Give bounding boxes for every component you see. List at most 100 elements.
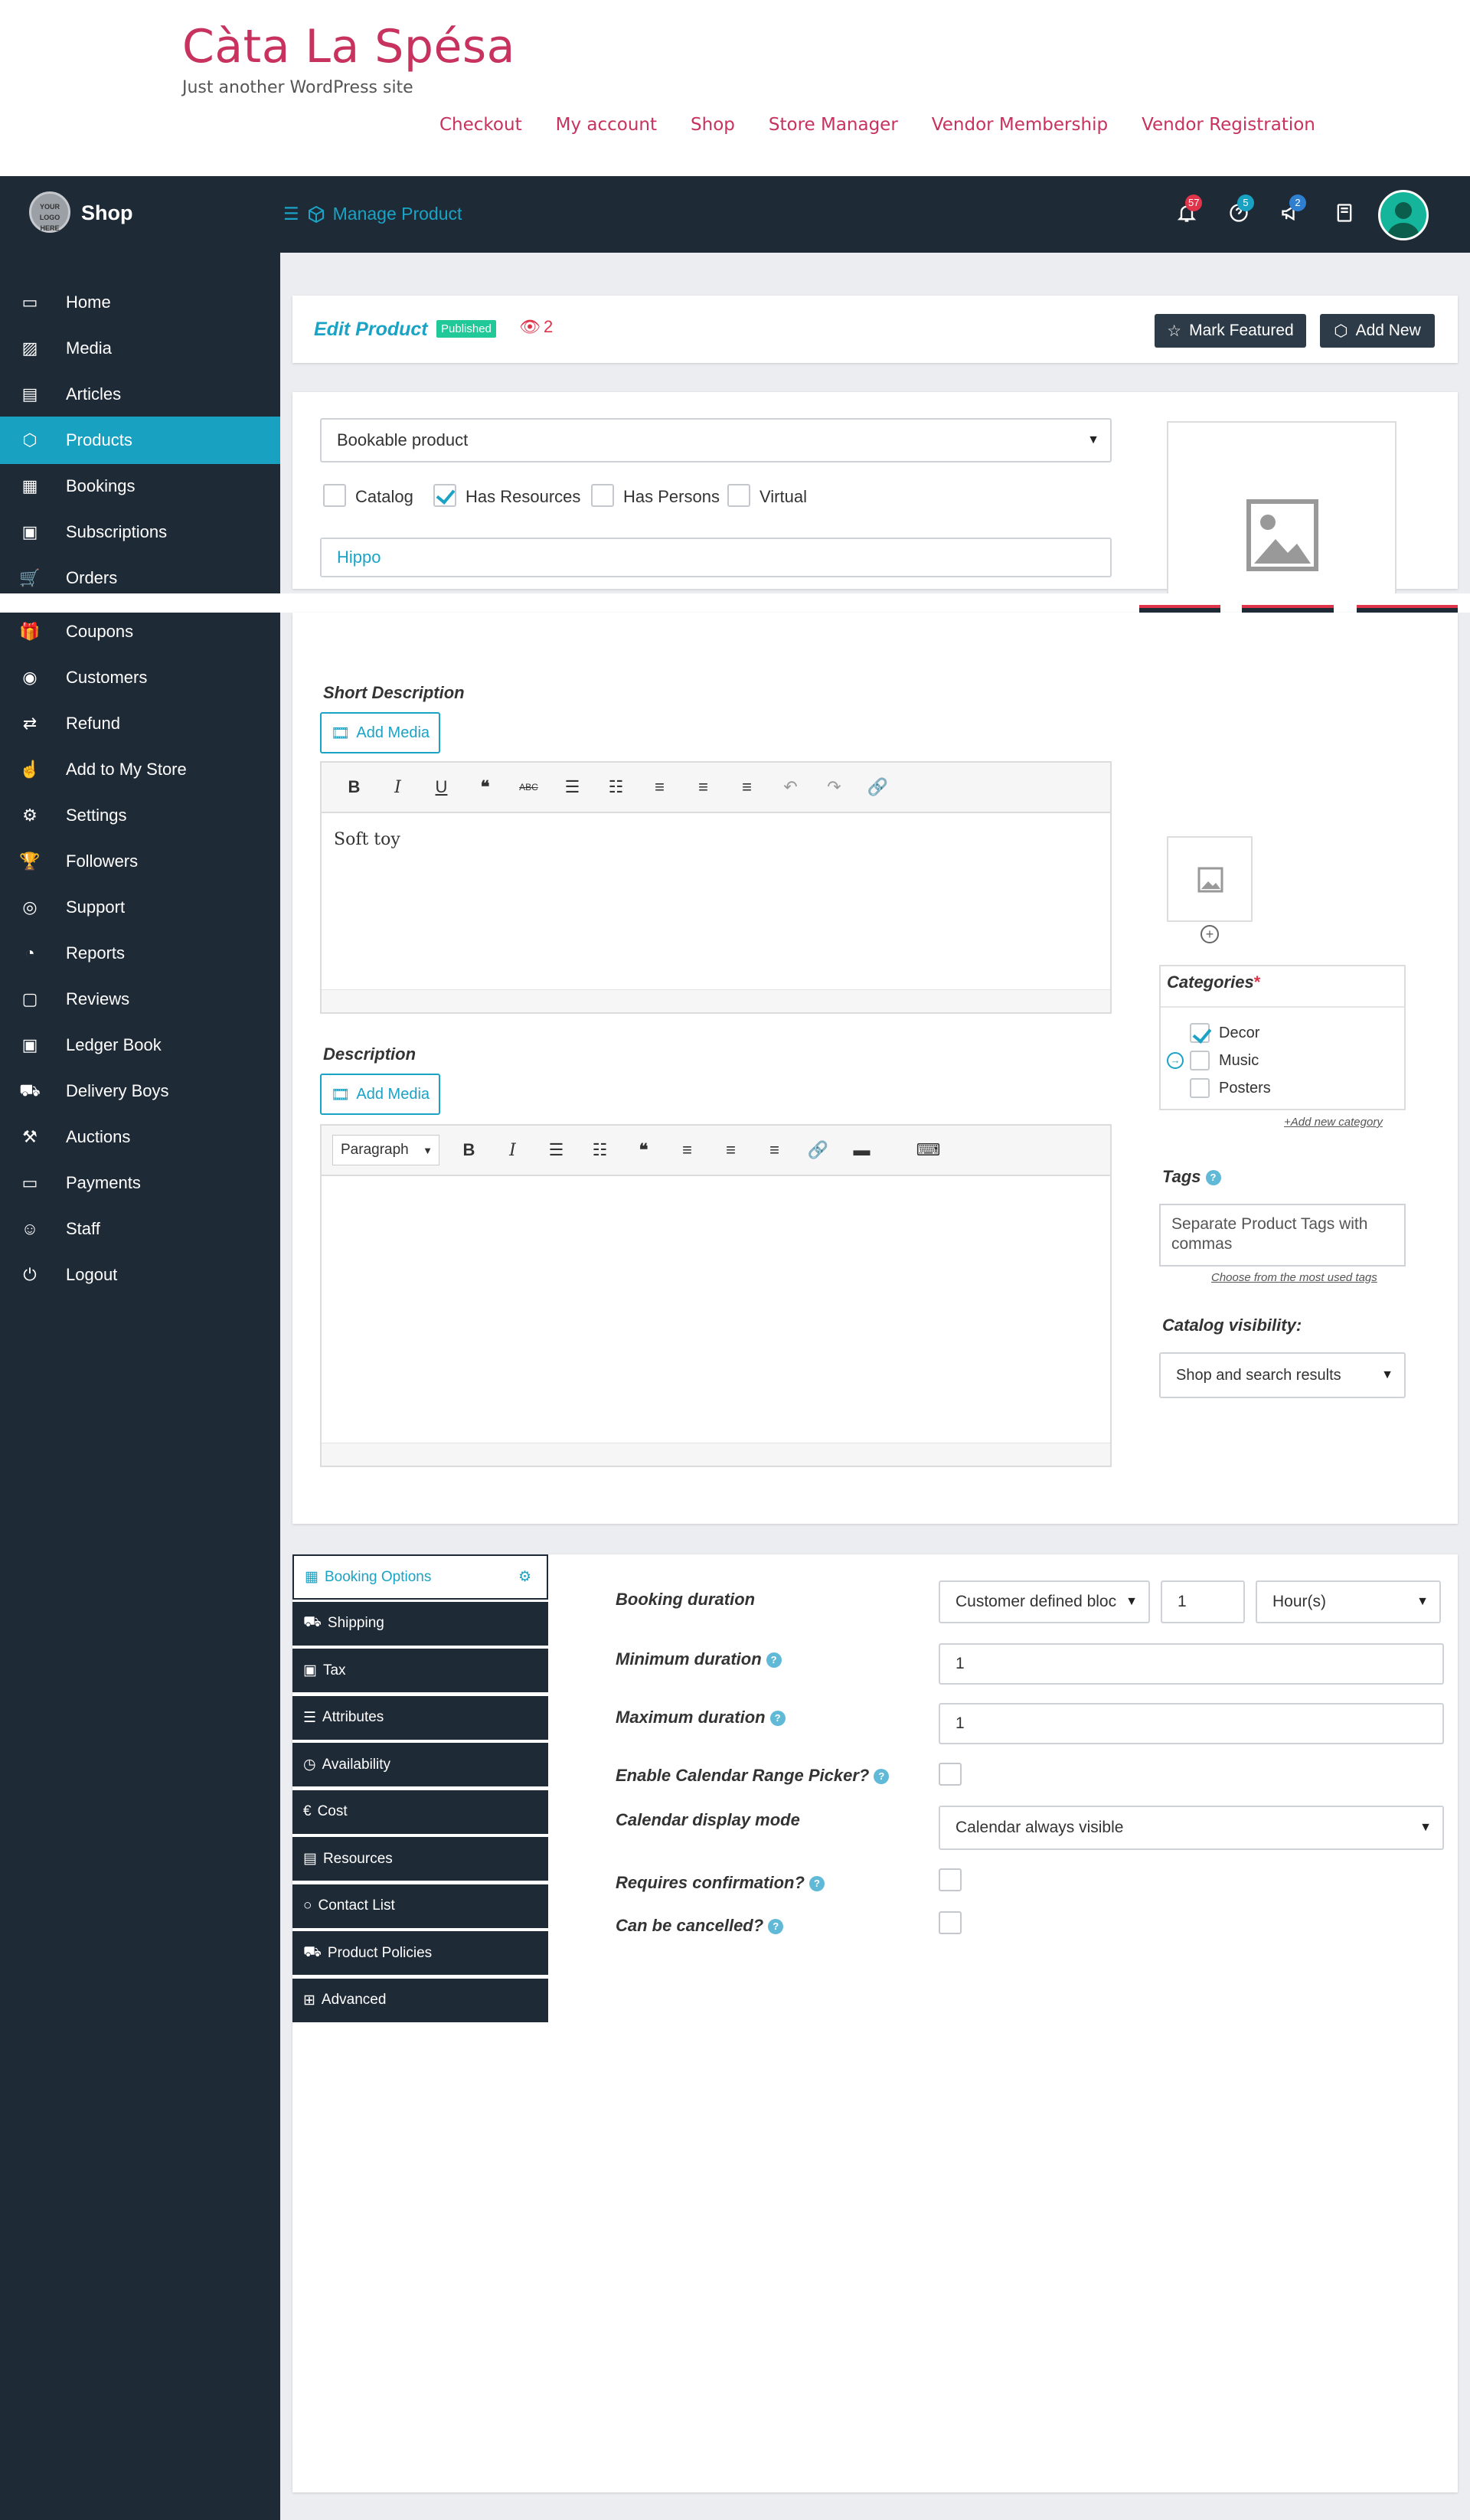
sidebar-item-customers[interactable]: ◉ Customers (0, 654, 280, 701)
sidebar-item-reviews[interactable]: ▢ Reviews (0, 976, 280, 1023)
sidebar-item-payments[interactable]: ▭ Payments (0, 1159, 280, 1207)
align-right-icon[interactable]: ≡ (753, 1140, 796, 1160)
italic-icon[interactable]: I (491, 1141, 534, 1160)
nav-vendor-registration[interactable]: Vendor Registration (1142, 115, 1315, 135)
add-new-button[interactable]: ⬡ Add New (1320, 314, 1435, 348)
can-be-cancelled-checkbox[interactable] (939, 1911, 962, 1934)
gallery-image-placeholder[interactable] (1167, 836, 1253, 922)
sidebar-item-support[interactable]: ◎ Support (0, 884, 280, 931)
sidebar-item-staff[interactable]: ☺ Staff (0, 1205, 280, 1253)
sidebar-item-followers[interactable]: 🏆 Followers (0, 838, 280, 885)
tags-input[interactable]: Separate Product Tags with commas (1159, 1204, 1406, 1267)
add-gallery-image-icon[interactable]: + (1200, 925, 1219, 943)
nav-checkout[interactable]: Checkout (439, 115, 522, 135)
megaphone-icon[interactable]: 2 (1280, 194, 1306, 224)
minimum-duration-input[interactable]: 1 (939, 1643, 1444, 1685)
numbered-list-icon[interactable]: ☷ (578, 1140, 622, 1160)
booking-duration-type-select[interactable]: Customer defined blocks ▼ (939, 1580, 1150, 1623)
align-left-icon[interactable]: ≡ (638, 777, 681, 797)
product-name-input[interactable]: Hippo (320, 538, 1112, 577)
sidebar-item-refund[interactable]: ⇄ Refund (0, 700, 280, 747)
align-right-icon[interactable]: ≡ (725, 777, 769, 797)
virtual-checkbox[interactable] (727, 484, 750, 507)
bell-icon[interactable]: 57 (1176, 194, 1203, 224)
help-icon[interactable]: ? (1205, 1170, 1221, 1186)
mark-featured-button[interactable]: ☆ Mark Featured (1155, 314, 1306, 348)
nav-vendor-membership[interactable]: Vendor Membership (932, 115, 1108, 135)
nav-store-manager[interactable]: Store Manager (769, 115, 898, 135)
category-checkbox-music[interactable] (1190, 1051, 1210, 1070)
page-title-breadcrumb[interactable]: Manage Product (333, 204, 462, 224)
image-tab-1[interactable] (1139, 605, 1220, 613)
sidebar-item-settings[interactable]: ⚙ Settings (0, 792, 280, 839)
booking-duration-value-input[interactable]: 1 (1161, 1580, 1245, 1623)
numbered-list-icon[interactable]: ☷ (594, 777, 638, 797)
bold-icon[interactable]: B (447, 1140, 491, 1160)
redo-icon[interactable]: ↷ (812, 777, 856, 797)
quote-icon[interactable]: ❝ (622, 1140, 665, 1160)
italic-icon[interactable]: I (376, 778, 420, 797)
help-icon[interactable]: ? (766, 1652, 782, 1669)
image-tab-2[interactable] (1242, 605, 1334, 613)
sidebar-item-home[interactable]: ▭ Home (0, 279, 280, 326)
featured-image-placeholder[interactable] (1167, 421, 1396, 605)
tab-cost[interactable]: € Cost (292, 1789, 548, 1835)
short-description-content[interactable]: Soft toy (334, 830, 400, 849)
choose-tags-link[interactable]: Choose from the most used tags (1211, 1271, 1377, 1284)
store-logo[interactable]: YOUR LOGO HERE (29, 191, 70, 233)
read-more-icon[interactable]: ▬ (840, 1140, 884, 1160)
sidebar-item-articles[interactable]: ▤ Articles (0, 371, 280, 418)
help-icon[interactable]: ? (768, 1919, 784, 1935)
tab-booking-options[interactable]: ▦ Booking Options ⚙ (292, 1554, 548, 1600)
align-center-icon[interactable]: ≡ (681, 777, 725, 797)
calendar-range-picker-checkbox[interactable] (939, 1763, 962, 1786)
bold-icon[interactable]: B (332, 777, 376, 797)
strikethrough-icon[interactable]: ABC (507, 782, 550, 793)
sidebar-item-delivery-boys[interactable]: ⛟ Delivery Boys (0, 1067, 280, 1115)
site-title[interactable]: Càta La Spésa (182, 20, 515, 74)
calendar-display-mode-select[interactable]: Calendar always visible ▼ (939, 1806, 1444, 1850)
sidebar-item-bookings[interactable]: ▦ Bookings (0, 462, 280, 510)
tab-product-policies[interactable]: ⛟ Product Policies (292, 1931, 548, 1976)
category-checkbox-decor[interactable] (1190, 1023, 1210, 1043)
format-select[interactable]: Paragraph ▼ (332, 1135, 439, 1165)
tab-shipping[interactable]: ⛟ Shipping (292, 1601, 548, 1647)
quote-icon[interactable]: ❝ (463, 777, 507, 797)
sidebar-item-coupons[interactable]: 🎁 Coupons (0, 608, 280, 655)
align-center-icon[interactable]: ≡ (709, 1140, 753, 1160)
keyboard-icon[interactable]: ⌨ (906, 1140, 950, 1160)
link-icon[interactable]: 🔗 (856, 777, 900, 797)
help-icon[interactable]: 5 (1228, 194, 1254, 224)
menu-toggle-icon[interactable]: ☰ (283, 204, 299, 224)
product-type-select[interactable]: Bookable product ▼ (320, 418, 1112, 462)
has-persons-checkbox[interactable] (591, 484, 614, 507)
category-checkbox-posters[interactable] (1190, 1078, 1210, 1098)
has-resources-checkbox[interactable] (433, 484, 456, 507)
maximum-duration-input[interactable]: 1 (939, 1703, 1444, 1744)
add-new-category-link[interactable]: +Add new category (1284, 1116, 1383, 1129)
sidebar-item-auctions[interactable]: ⚒ Auctions (0, 1113, 280, 1161)
tab-resources[interactable]: ▤ Resources (292, 1837, 548, 1882)
tab-tax[interactable]: ▣ Tax (292, 1649, 548, 1694)
bullet-list-icon[interactable]: ☰ (550, 777, 594, 797)
undo-icon[interactable]: ↶ (769, 777, 812, 797)
shop-label[interactable]: Shop (81, 201, 133, 225)
help-icon[interactable]: ? (808, 1876, 825, 1892)
requires-confirmation-checkbox[interactable] (939, 1868, 962, 1891)
tab-attributes[interactable]: ☰ Attributes (292, 1695, 548, 1741)
catalog-checkbox[interactable] (323, 484, 346, 507)
tab-advanced[interactable]: ⊞ Advanced (292, 1978, 548, 2024)
bullet-list-icon[interactable]: ☰ (534, 1140, 578, 1160)
align-left-icon[interactable]: ≡ (665, 1140, 709, 1160)
underline-icon[interactable]: U (420, 777, 463, 797)
nav-shop[interactable]: Shop (691, 115, 735, 135)
sidebar-item-add-to-my-store[interactable]: ☝ Add to My Store (0, 746, 280, 793)
add-media-button[interactable]: 🎞 Add Media (320, 712, 441, 753)
booking-duration-unit-select[interactable]: Hour(s) ▼ (1256, 1580, 1441, 1623)
add-media-button-2[interactable]: 🎞 Add Media (320, 1074, 441, 1115)
sidebar-item-logout[interactable]: ⏻ Logout (0, 1251, 280, 1299)
help-icon[interactable]: ? (769, 1711, 786, 1727)
nav-my-account[interactable]: My account (556, 115, 657, 135)
expand-category-icon[interactable]: → (1167, 1052, 1184, 1069)
sidebar-item-products[interactable]: ⬡ Products (0, 417, 280, 464)
